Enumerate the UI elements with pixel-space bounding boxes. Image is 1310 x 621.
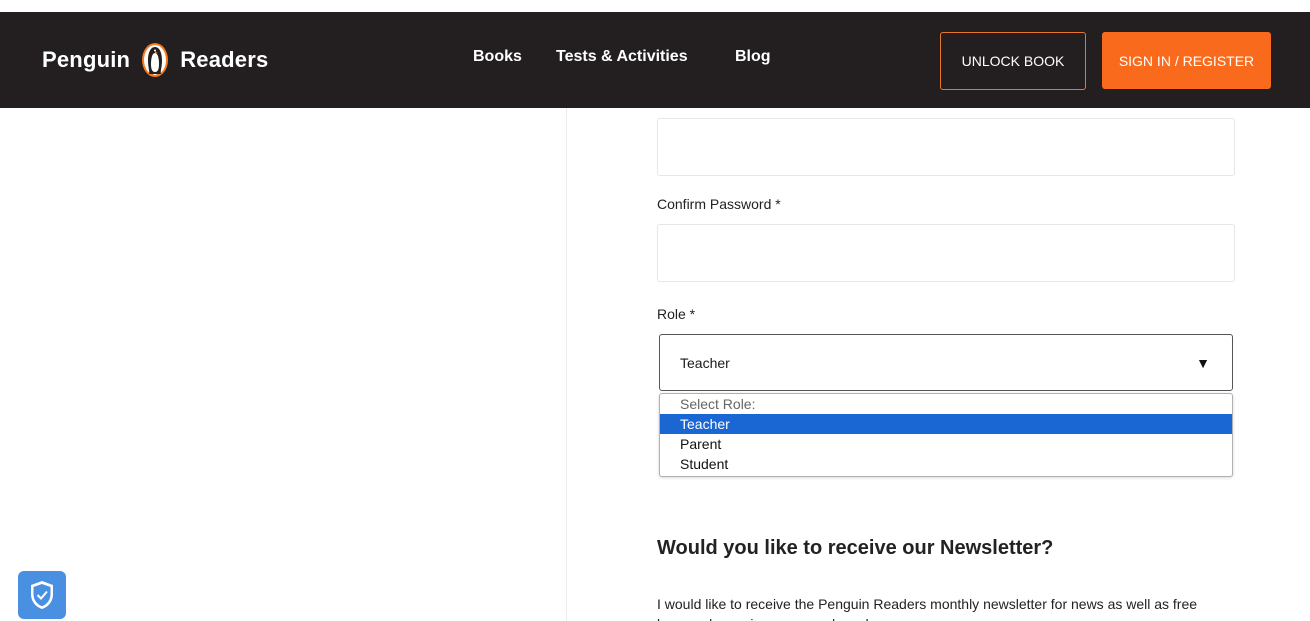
password-input[interactable] xyxy=(657,118,1235,176)
role-option-teacher[interactable]: Teacher xyxy=(660,414,1232,434)
penguin-logo-icon xyxy=(142,43,169,77)
site-logo[interactable]: Penguin Readers xyxy=(42,42,268,78)
sign-in-register-button[interactable]: SIGN IN / REGISTER xyxy=(1102,32,1271,89)
role-option-parent[interactable]: Parent xyxy=(660,434,1232,454)
newsletter-title: Would you like to receive our Newsletter… xyxy=(657,537,1054,559)
shield-check-icon xyxy=(31,581,53,609)
nav-books[interactable]: Books xyxy=(473,48,522,66)
role-dropdown-list: Select Role: Teacher Parent Student xyxy=(659,393,1233,477)
confirm-password-input[interactable] xyxy=(657,224,1235,282)
role-select[interactable]: Teacher ▼ xyxy=(659,334,1233,391)
role-label: Role * xyxy=(657,306,696,322)
left-panel xyxy=(0,108,567,621)
newsletter-description: I would like to receive the Penguin Read… xyxy=(657,596,1198,621)
role-select-value: Teacher xyxy=(680,354,730,371)
logo-text-readers: Readers xyxy=(180,47,269,72)
confirm-password-label: Confirm Password * xyxy=(657,196,781,212)
dropdown-arrow-icon: ▼ xyxy=(1196,355,1210,371)
nav-blog[interactable]: Blog xyxy=(735,48,771,66)
top-strip xyxy=(0,0,1310,12)
role-option-student[interactable]: Student xyxy=(660,454,1232,474)
privacy-shield-button[interactable] xyxy=(18,571,66,619)
logo-text-penguin: Penguin xyxy=(42,47,131,72)
unlock-book-button[interactable]: UNLOCK BOOK xyxy=(940,32,1086,90)
role-option-placeholder[interactable]: Select Role: xyxy=(660,394,1232,414)
nav-tests-activities[interactable]: Tests & Activities xyxy=(556,48,688,66)
